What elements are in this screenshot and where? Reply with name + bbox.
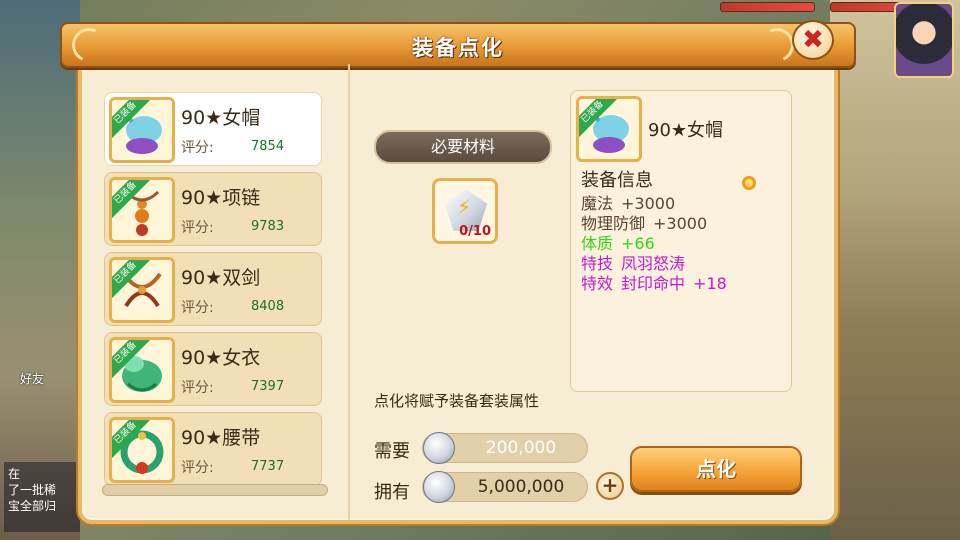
required-materials-banner: 必要材料: [374, 130, 552, 164]
game-scene-left: [0, 0, 80, 540]
silver-coin-icon: [423, 471, 455, 503]
stat-value: 封印命中: [621, 274, 686, 293]
belt-icon: 已装备: [109, 417, 175, 483]
item-name: 90★项链: [181, 187, 261, 209]
stat-value: +3000: [621, 194, 676, 213]
list-scrollbar[interactable]: [102, 484, 328, 496]
item-score: 9783: [251, 219, 285, 234]
hp-bar: [720, 2, 815, 12]
stat-special-effect: 特效 封印命中 +18: [581, 274, 727, 294]
material-slot[interactable]: ⚡ 0/10: [432, 178, 498, 244]
add-currency-button[interactable]: +: [596, 472, 624, 500]
stat-value: +66: [621, 234, 655, 253]
score-label: 评分:: [181, 220, 214, 236]
gem-icon: [742, 176, 756, 190]
stat-label: 物理防御: [581, 214, 646, 233]
friend-label[interactable]: 好友: [20, 370, 44, 387]
need-cost-box: 200,000: [422, 432, 588, 464]
item-name: 90★腰带: [181, 427, 261, 449]
need-label: 需要: [374, 441, 410, 462]
info-header: 装备信息: [581, 170, 653, 191]
refine-hint: 点化将赋予装备套装属性: [374, 392, 540, 410]
score-label: 评分:: [181, 300, 214, 316]
score-label: 评分:: [181, 140, 214, 156]
silver-coin-icon: [423, 432, 455, 464]
stat-label: 体质: [581, 234, 614, 253]
item-name: 90★女衣: [181, 347, 261, 369]
stat-extra: +18: [693, 274, 727, 293]
chat-line: 宝全部归: [8, 499, 57, 513]
stat-special-skill: 特技 凤羽怒涛: [581, 254, 685, 274]
item-name: 90★女帽: [181, 107, 261, 129]
equipment-list[interactable]: 已装备 90★女帽 评分: 7854 已装备 90★项链 评分: 9783 已装…: [100, 90, 330, 492]
have-cost-value: 5,000,000: [477, 477, 565, 497]
score-label: 评分:: [181, 460, 214, 476]
stat-constitution: 体质 +66: [581, 234, 655, 254]
game-scene-right: [830, 0, 960, 540]
stat-magic: 魔法 +3000: [581, 194, 675, 214]
chat-line: 了一批稀: [8, 483, 57, 497]
stat-label: 特效: [581, 274, 614, 293]
have-cost-box: 5,000,000: [422, 471, 588, 503]
lightning-icon: ⚡: [457, 195, 472, 219]
stat-label: 特技: [581, 254, 614, 273]
robe-icon: 已装备: [109, 337, 175, 403]
score-label: 评分:: [181, 380, 214, 396]
item-score: 7397: [251, 379, 285, 394]
player-avatar[interactable]: [894, 2, 954, 78]
stat-label: 魔法: [581, 194, 614, 213]
necklace-icon: 已装备: [109, 177, 175, 243]
need-cost-value: 200,000: [485, 438, 557, 458]
stat-value: +3000: [653, 214, 708, 233]
item-name: 90★双剑: [181, 267, 261, 289]
equipment-item[interactable]: 已装备 90★女衣 评分: 7397: [104, 332, 322, 406]
column-divider: [348, 64, 350, 520]
equipment-item[interactable]: 已装备 90★腰带 评分: 7737: [104, 412, 322, 486]
item-score: 7737: [251, 459, 285, 474]
equipment-item[interactable]: 已装备 90★双剑 评分: 8408: [104, 252, 322, 326]
equipment-item[interactable]: 已装备 90★女帽 评分: 7854: [104, 92, 322, 166]
chat-preview[interactable]: 在 了一批稀 宝全部归: [4, 462, 80, 532]
equipment-item[interactable]: 已装备 90★项链 评分: 9783: [104, 172, 322, 246]
info-item-name: 90★女帽: [648, 120, 724, 141]
swords-icon: 已装备: [109, 257, 175, 323]
item-score: 7854: [251, 139, 285, 154]
item-score: 8408: [251, 299, 285, 314]
stat-physical-defense: 物理防御 +3000: [581, 214, 707, 234]
stat-value: 凤羽怒涛: [621, 254, 686, 273]
refine-button[interactable]: 点化: [630, 446, 802, 492]
chat-line: 在: [8, 467, 21, 481]
hat-icon: 已装备: [576, 96, 642, 162]
material-count: 0/10: [459, 224, 491, 239]
close-button[interactable]: ✖: [792, 20, 834, 60]
hat-icon: 已装备: [109, 97, 175, 163]
dialog-title: 装备点化: [412, 36, 504, 60]
have-label: 拥有: [374, 482, 410, 503]
dialog-title-bar: 装备点化: [60, 22, 856, 68]
